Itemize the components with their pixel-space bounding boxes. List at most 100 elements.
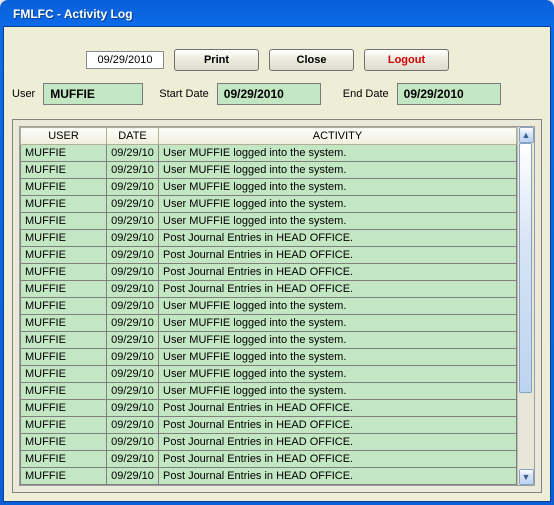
cell-user: MUFFIE <box>21 196 107 213</box>
activity-table: USER DATE ACTIVITY MUFFIE09/29/10User MU… <box>20 127 517 485</box>
cell-date: 09/29/10 <box>107 179 159 196</box>
cell-date: 09/29/10 <box>107 468 159 485</box>
table-row[interactable]: MUFFIE09/29/10User MUFFIE logged into th… <box>21 332 517 349</box>
print-button[interactable]: Print <box>174 49 259 71</box>
table-row[interactable]: MUFFIE09/29/10User MUFFIE logged into th… <box>21 298 517 315</box>
cell-date: 09/29/10 <box>107 196 159 213</box>
cell-user: MUFFIE <box>21 247 107 264</box>
cell-user: MUFFIE <box>21 315 107 332</box>
cell-activity: Post Journal Entries in HEAD OFFICE. <box>159 264 517 281</box>
cell-activity: User MUFFIE logged into the system. <box>159 366 517 383</box>
table-row[interactable]: MUFFIE09/29/10Post Journal Entries in HE… <box>21 247 517 264</box>
user-field[interactable] <box>43 83 143 105</box>
start-date-field[interactable] <box>217 83 321 105</box>
cell-activity: User MUFFIE logged into the system. <box>159 145 517 162</box>
table-row[interactable]: MUFFIE09/29/10User MUFFIE logged into th… <box>21 315 517 332</box>
table-row[interactable]: MUFFIE09/29/10User MUFFIE logged into th… <box>21 366 517 383</box>
current-date-display: 09/29/2010 <box>86 51 164 69</box>
window-title: FMLFC - Activity Log <box>13 7 133 21</box>
user-label: User <box>12 88 35 100</box>
table-row[interactable]: MUFFIE09/29/10Post Journal Entries in HE… <box>21 434 517 451</box>
table-row[interactable]: MUFFIE09/29/10Post Journal Entries in HE… <box>21 451 517 468</box>
cell-user: MUFFIE <box>21 366 107 383</box>
cell-user: MUFFIE <box>21 230 107 247</box>
cell-date: 09/29/10 <box>107 434 159 451</box>
cell-date: 09/29/10 <box>107 247 159 264</box>
cell-date: 09/29/10 <box>107 315 159 332</box>
cell-user: MUFFIE <box>21 145 107 162</box>
table-row[interactable]: MUFFIE09/29/10Post Journal Entries in HE… <box>21 264 517 281</box>
close-button[interactable]: Close <box>269 49 354 71</box>
toolbar: 09/29/2010 Print Close Logout <box>12 49 542 71</box>
cell-activity: User MUFFIE logged into the system. <box>159 213 517 230</box>
cell-date: 09/29/10 <box>107 451 159 468</box>
table-row[interactable]: MUFFIE09/29/10Post Journal Entries in HE… <box>21 281 517 298</box>
header-activity[interactable]: ACTIVITY <box>159 128 517 145</box>
cell-date: 09/29/10 <box>107 366 159 383</box>
cell-activity: Post Journal Entries in HEAD OFFICE. <box>159 230 517 247</box>
scroll-thumb[interactable] <box>519 143 532 393</box>
table-row[interactable]: MUFFIE09/29/10Post Journal Entries in HE… <box>21 468 517 485</box>
cell-date: 09/29/10 <box>107 332 159 349</box>
cell-date: 09/29/10 <box>107 349 159 366</box>
table-header-row: USER DATE ACTIVITY <box>21 128 517 145</box>
cell-date: 09/29/10 <box>107 264 159 281</box>
cell-user: MUFFIE <box>21 213 107 230</box>
table-row[interactable]: MUFFIE09/29/10Post Journal Entries in HE… <box>21 230 517 247</box>
cell-user: MUFFIE <box>21 434 107 451</box>
cell-activity: Post Journal Entries in HEAD OFFICE. <box>159 417 517 434</box>
app-window: FMLFC - Activity Log 09/29/2010 Print Cl… <box>0 0 554 505</box>
window-titlebar[interactable]: FMLFC - Activity Log <box>3 3 551 26</box>
cell-date: 09/29/10 <box>107 383 159 400</box>
scroll-up-arrow-icon[interactable]: ▲ <box>519 127 534 143</box>
header-user[interactable]: USER <box>21 128 107 145</box>
cell-activity: Post Journal Entries in HEAD OFFICE. <box>159 451 517 468</box>
table-row[interactable]: MUFFIE09/29/10User MUFFIE logged into th… <box>21 383 517 400</box>
cell-date: 09/29/10 <box>107 400 159 417</box>
table-row[interactable]: MUFFIE09/29/10Post Journal Entries in HE… <box>21 417 517 434</box>
cell-activity: User MUFFIE logged into the system. <box>159 349 517 366</box>
client-area: 09/29/2010 Print Close Logout User Start… <box>3 26 551 502</box>
cell-user: MUFFIE <box>21 179 107 196</box>
table-row[interactable]: MUFFIE09/29/10User MUFFIE logged into th… <box>21 162 517 179</box>
cell-date: 09/29/10 <box>107 162 159 179</box>
table-row[interactable]: MUFFIE09/29/10User MUFFIE logged into th… <box>21 213 517 230</box>
cell-date: 09/29/10 <box>107 298 159 315</box>
cell-activity: Post Journal Entries in HEAD OFFICE. <box>159 281 517 298</box>
scroll-track[interactable] <box>518 143 534 469</box>
cell-user: MUFFIE <box>21 349 107 366</box>
cell-user: MUFFIE <box>21 468 107 485</box>
cell-activity: User MUFFIE logged into the system. <box>159 298 517 315</box>
activity-grid: USER DATE ACTIVITY MUFFIE09/29/10User MU… <box>19 126 535 486</box>
table-row[interactable]: MUFFIE09/29/10User MUFFIE logged into th… <box>21 196 517 213</box>
table-row[interactable]: MUFFIE09/29/10Post Journal Entries in HE… <box>21 400 517 417</box>
scroll-down-arrow-icon[interactable]: ▼ <box>519 469 534 485</box>
end-date-field[interactable] <box>397 83 501 105</box>
end-date-label: End Date <box>343 88 389 100</box>
table-row[interactable]: MUFFIE09/29/10User MUFFIE logged into th… <box>21 179 517 196</box>
cell-activity: Post Journal Entries in HEAD OFFICE. <box>159 400 517 417</box>
table-row[interactable]: MUFFIE09/29/10User MUFFIE logged into th… <box>21 145 517 162</box>
cell-user: MUFFIE <box>21 332 107 349</box>
cell-activity: User MUFFIE logged into the system. <box>159 332 517 349</box>
cell-user: MUFFIE <box>21 298 107 315</box>
cell-user: MUFFIE <box>21 264 107 281</box>
cell-user: MUFFIE <box>21 281 107 298</box>
cell-user: MUFFIE <box>21 451 107 468</box>
cell-activity: User MUFFIE logged into the system. <box>159 315 517 332</box>
cell-user: MUFFIE <box>21 383 107 400</box>
filter-row: User Start Date End Date <box>12 83 542 105</box>
grid-body: USER DATE ACTIVITY MUFFIE09/29/10User MU… <box>20 127 517 485</box>
vertical-scrollbar[interactable]: ▲ ▼ <box>517 127 534 485</box>
cell-date: 09/29/10 <box>107 281 159 298</box>
table-row[interactable]: MUFFIE09/29/10User MUFFIE logged into th… <box>21 349 517 366</box>
cell-date: 09/29/10 <box>107 230 159 247</box>
start-date-label: Start Date <box>159 88 209 100</box>
cell-date: 09/29/10 <box>107 417 159 434</box>
activity-table-container: USER DATE ACTIVITY MUFFIE09/29/10User MU… <box>12 119 542 493</box>
logout-button[interactable]: Logout <box>364 49 449 71</box>
header-date[interactable]: DATE <box>107 128 159 145</box>
cell-date: 09/29/10 <box>107 145 159 162</box>
cell-activity: Post Journal Entries in HEAD OFFICE. <box>159 468 517 485</box>
cell-activity: Post Journal Entries in HEAD OFFICE. <box>159 434 517 451</box>
